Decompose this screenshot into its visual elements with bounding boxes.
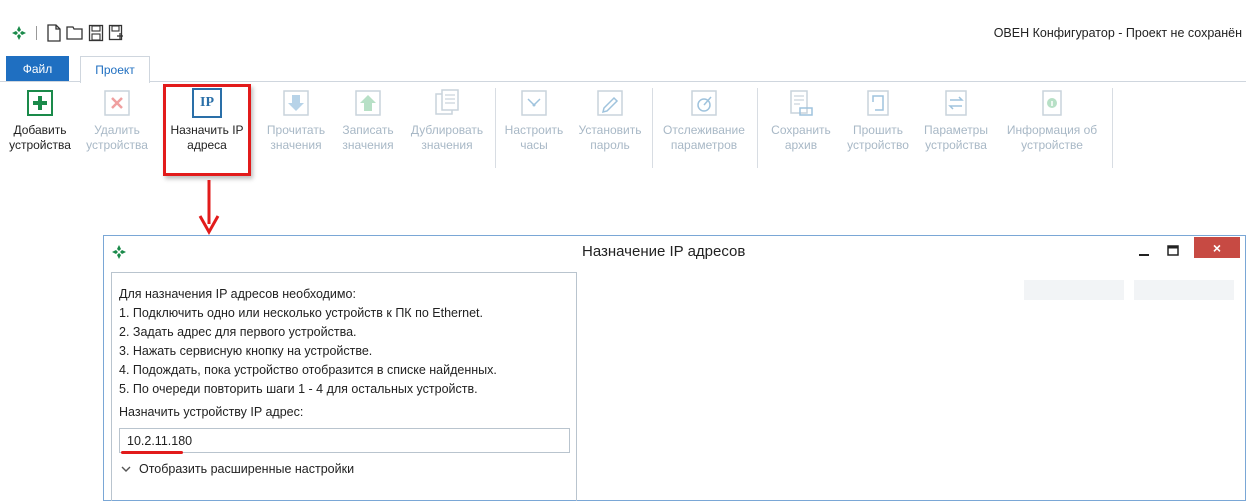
read-values-label: Прочитать значения [266,123,326,152]
device-params-button[interactable]: Параметры устройства [916,88,996,153]
instruction-line: 5. По очереди повторить шаги 1 - 4 для о… [119,382,478,396]
set-password-label: Установить пароль [578,123,642,152]
add-devices-button[interactable]: Добавить устройства [4,88,76,153]
info-icon [1042,90,1062,116]
device-params-label: Параметры устройства [924,123,988,152]
advanced-settings-label: Отобразить расширенные настройки [139,462,355,476]
remove-device-icon [104,90,130,116]
ip-label: Назначить устройству IP адрес: [119,405,304,419]
add-device-icon [27,90,53,116]
annotation-underline [121,451,183,454]
settings-panel: Для назначения IP адресов необходимо: 1.… [111,272,577,501]
flash-device-button[interactable]: Прошить устройство [842,88,914,153]
flash-device-label: Прошить устройство [847,123,909,152]
maximize-icon[interactable] [1164,242,1182,260]
instruction-line: 3. Нажать сервисную кнопку на устройстве… [119,344,373,358]
quick-access-separator [36,26,37,40]
ribbon-separator [1112,88,1113,168]
device-info-label: Информация об устройстве [1006,123,1098,152]
read-values-button[interactable]: Прочитать значения [258,88,334,153]
ribbon-separator [757,88,758,168]
archive-icon [790,90,813,116]
advanced-settings-toggle[interactable]: Отобразить расширенные настройки [121,462,354,476]
oven-logo-icon [112,245,126,259]
oven-logo-icon [12,26,26,40]
ribbon-separator [652,88,653,168]
open-folder-icon[interactable] [66,24,84,42]
save-archive-button[interactable]: Сохранить архив [760,88,842,153]
instructions: Для назначения IP адресов необходимо: 1.… [119,285,497,399]
tab-project[interactable]: Проект [80,56,150,83]
app-title: ОВЕН Конфигуратор - Проект не сохранён [993,26,1242,40]
instruction-line: 1. Подключить одно или несколько устройс… [119,306,483,320]
tab-file[interactable]: Файл [6,56,69,81]
set-password-button[interactable]: Установить пароль [572,88,648,153]
upload-arrow-icon [355,90,381,116]
instruction-line: Для назначения IP адресов необходимо: [119,287,356,301]
params-icon [945,90,967,116]
annotation-arrow-icon [198,180,220,236]
new-file-icon[interactable] [46,24,62,42]
monitor-params-label: Отслеживание параметров [663,123,745,152]
dialog-title-bar: Назначение IP адресов × [104,236,1245,268]
set-clock-button[interactable]: Настроить часы [498,88,570,153]
set-clock-label: Настроить часы [504,123,564,152]
add-devices-label: Добавить устройства [9,123,71,152]
save-icon[interactable] [88,24,104,42]
chevron-down-icon [121,462,133,476]
title-bar: ОВЕН Конфигуратор - Проект не сохранён [0,14,1246,52]
save-as-icon[interactable] [108,24,124,42]
gauge-icon [691,90,717,116]
ribbon-tabs: Файл Проект [0,56,1246,83]
annotation-highlight-box [163,84,251,176]
close-button[interactable]: × [1194,237,1240,258]
instruction-line: 2. Задать адрес для первого устройства. [119,325,357,339]
faint-column-header [1024,280,1124,300]
write-values-label: Записать значения [342,123,394,152]
clock-icon [521,90,547,116]
device-info-button[interactable]: Информация об устройстве [996,88,1108,153]
duplicate-icon [435,89,459,115]
download-arrow-icon [283,90,309,116]
write-values-button[interactable]: Записать значения [334,88,402,153]
password-icon [597,90,623,116]
save-archive-label: Сохранить архив [771,123,831,152]
dialog-title: Назначение IP адресов [582,243,746,260]
assign-ip-dialog: Назначение IP адресов × Для назначения I… [103,235,1246,501]
instruction-line: 4. Подождать, пока устройство отобразитс… [119,363,497,377]
firmware-icon [867,90,889,116]
faint-column-header [1134,280,1234,300]
duplicate-values-button[interactable]: Дублировать значения [404,88,490,153]
minimize-icon[interactable] [1135,242,1153,260]
remove-devices-button[interactable]: Удалить устройства [76,88,158,153]
duplicate-values-label: Дублировать значения [410,123,484,152]
remove-devices-label: Удалить устройства [86,123,148,152]
monitor-params-button[interactable]: Отслеживание параметров [654,88,754,153]
ribbon-separator [495,88,496,168]
ip-address-input[interactable] [119,428,570,453]
